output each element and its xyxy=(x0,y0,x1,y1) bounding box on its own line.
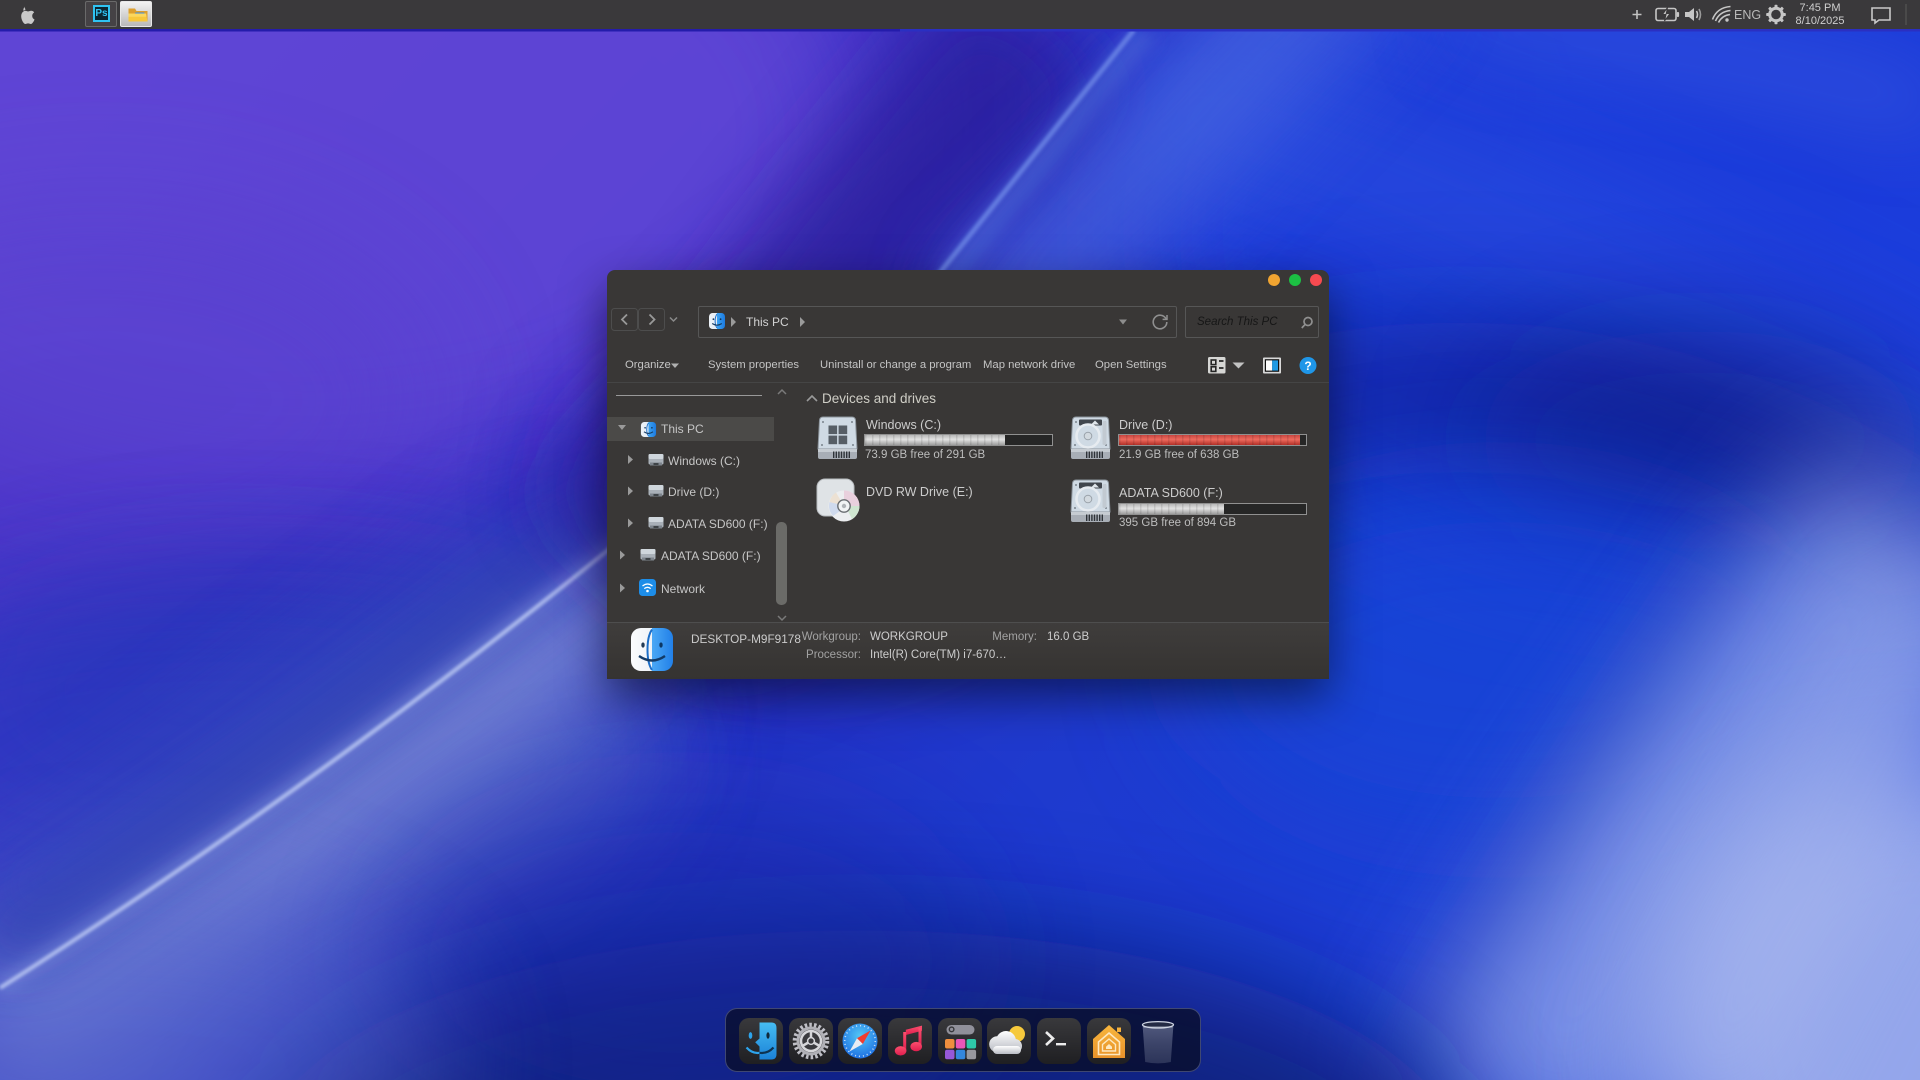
svg-text:ENG: ENG xyxy=(1734,8,1761,22)
svg-text:?: ? xyxy=(1304,359,1311,373)
